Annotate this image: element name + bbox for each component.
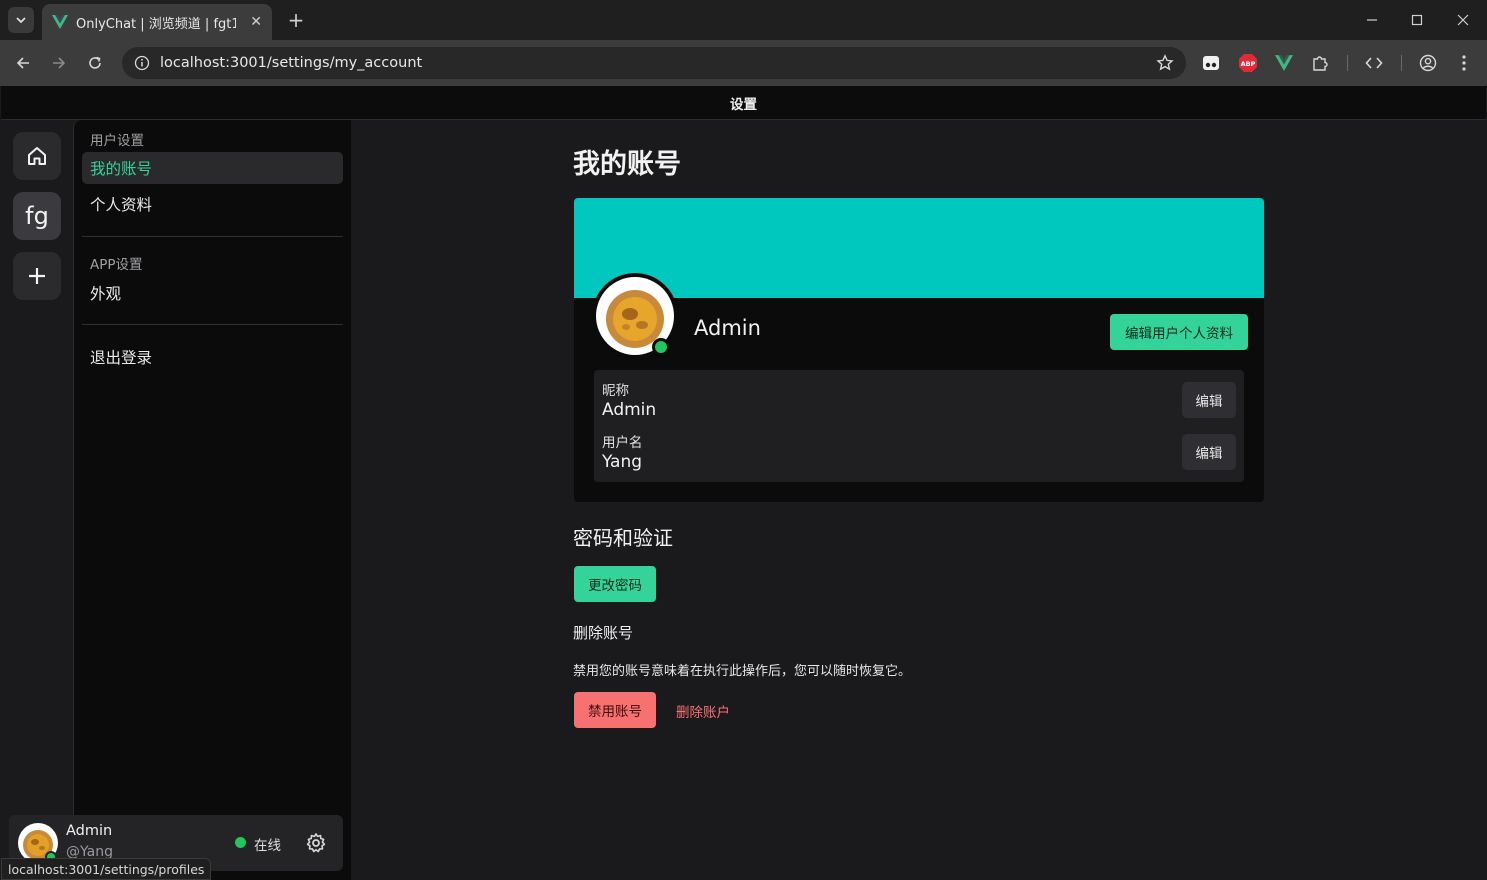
minimize-button[interactable] [1349, 0, 1395, 40]
adblock-label: ABP [1241, 60, 1256, 68]
username-label: 用户名 [602, 435, 643, 451]
nickname-value: Admin [602, 400, 657, 420]
settings-main: 我的账号 Admin 编辑用户个人资料 昵称 Admin 编辑 用户名 Yang… [351, 120, 1486, 880]
status-selector[interactable]: 在线 [254, 834, 281, 854]
browser-menu-icon[interactable] [1452, 51, 1476, 75]
browser-tab-active[interactable]: OnlyChat | 浏览频道 | fgt1t5y ✕ [42, 4, 272, 40]
url-text: localhost:3001/settings/my_account [160, 55, 423, 71]
arrow-right-icon [53, 57, 66, 69]
server-rail: fg [1, 120, 73, 880]
home-button[interactable] [13, 132, 61, 180]
header-title: 设置 [730, 96, 757, 113]
edit-profile-button[interactable]: 编辑用户个人资料 [1110, 314, 1248, 350]
sidebar-item-profile[interactable]: 个人资料 [82, 188, 343, 220]
page-title: 我的账号 [573, 149, 681, 180]
new-tab-button[interactable]: + [283, 7, 309, 33]
plus-icon [29, 268, 45, 284]
browser-toolbar: localhost:3001/settings/my_account ABP [0, 40, 1487, 86]
profile-icon[interactable] [1416, 51, 1440, 75]
minimize-icon [1367, 19, 1377, 21]
bookmark-star-icon[interactable] [1156, 54, 1174, 72]
reload-button[interactable] [82, 50, 108, 76]
disable-account-button[interactable]: 禁用账号 [574, 692, 656, 728]
online-status-dot [652, 338, 670, 356]
close-icon [1457, 14, 1469, 26]
server-button-fg[interactable]: fg [13, 192, 61, 240]
sidebar-divider [82, 324, 343, 325]
extensions-puzzle-icon[interactable] [1308, 51, 1332, 75]
gear-icon[interactable] [305, 832, 327, 854]
add-server-button[interactable] [13, 252, 61, 300]
forward-button[interactable] [46, 50, 72, 76]
adblock-icon[interactable]: ABP [1236, 51, 1260, 75]
settings-sidebar: 用户设置 我的账号 个人资料 APP设置 外观 退出登录 Admin @Yang… [9, 120, 351, 880]
password-section-title: 密码和验证 [573, 526, 673, 550]
vue-logo-icon [52, 15, 68, 29]
tab-close-icon[interactable]: ✕ [250, 14, 262, 30]
toolbar-separator [1347, 55, 1348, 71]
info-icon [134, 55, 150, 71]
sidebar-divider [82, 236, 343, 237]
app-header: 设置 [1, 86, 1486, 120]
sidebar-item-my-account[interactable]: 我的账号 [82, 152, 343, 184]
chevron-down-icon [16, 17, 26, 24]
username-value: Yang [602, 452, 643, 472]
maximize-button[interactable] [1394, 0, 1440, 40]
address-bar[interactable]: localhost:3001/settings/my_account [122, 47, 1186, 79]
tab-search-button[interactable] [8, 7, 34, 33]
status-url-preview: localhost:3001/settings/profiles [1, 858, 212, 880]
extension-ghost-icon[interactable] [1199, 51, 1223, 75]
sidebar-item-appearance[interactable]: 外观 [82, 277, 343, 309]
server-label: fg [25, 202, 49, 230]
back-button[interactable] [10, 50, 36, 76]
tab-title: OnlyChat | 浏览频道 | fgt1t5y [76, 16, 236, 32]
app-settings-section-title: APP设置 [90, 257, 143, 273]
profile-banner [574, 198, 1264, 298]
account-info-box: 昵称 Admin 编辑 用户名 Yang 编辑 [594, 370, 1244, 482]
maximize-icon [1411, 14, 1423, 26]
nickname-label: 昵称 [602, 383, 629, 399]
toolbar-separator [1401, 55, 1402, 71]
browser-tab-bar: OnlyChat | 浏览频道 | fgt1t5y ✕ + [0, 0, 1487, 40]
change-password-button[interactable]: 更改密码 [574, 566, 656, 602]
user-panel-name: Admin [66, 823, 113, 839]
status-indicator-dot [235, 837, 246, 848]
devtools-code-icon[interactable] [1362, 51, 1386, 75]
home-icon [28, 147, 46, 165]
user-settings-section-title: 用户设置 [90, 133, 144, 149]
logout-button[interactable]: 退出登录 [82, 341, 343, 373]
close-window-button[interactable] [1440, 0, 1486, 40]
profile-card: Admin 编辑用户个人资料 昵称 Admin 编辑 用户名 Yang 编辑 [574, 198, 1264, 502]
delete-section-description: 禁用您的账号意味着在执行此操作后，您可以随时恢复它。 [573, 664, 912, 679]
edit-nickname-button[interactable]: 编辑 [1182, 382, 1236, 418]
delete-account-link[interactable]: 删除账户 [676, 701, 730, 721]
profile-display-name: Admin [694, 316, 761, 340]
vue-devtools-icon[interactable] [1272, 51, 1296, 75]
delete-section-title: 删除账号 [573, 624, 634, 642]
edit-username-button[interactable]: 编辑 [1182, 434, 1236, 470]
reload-icon [89, 56, 101, 69]
arrow-left-icon [16, 57, 29, 69]
